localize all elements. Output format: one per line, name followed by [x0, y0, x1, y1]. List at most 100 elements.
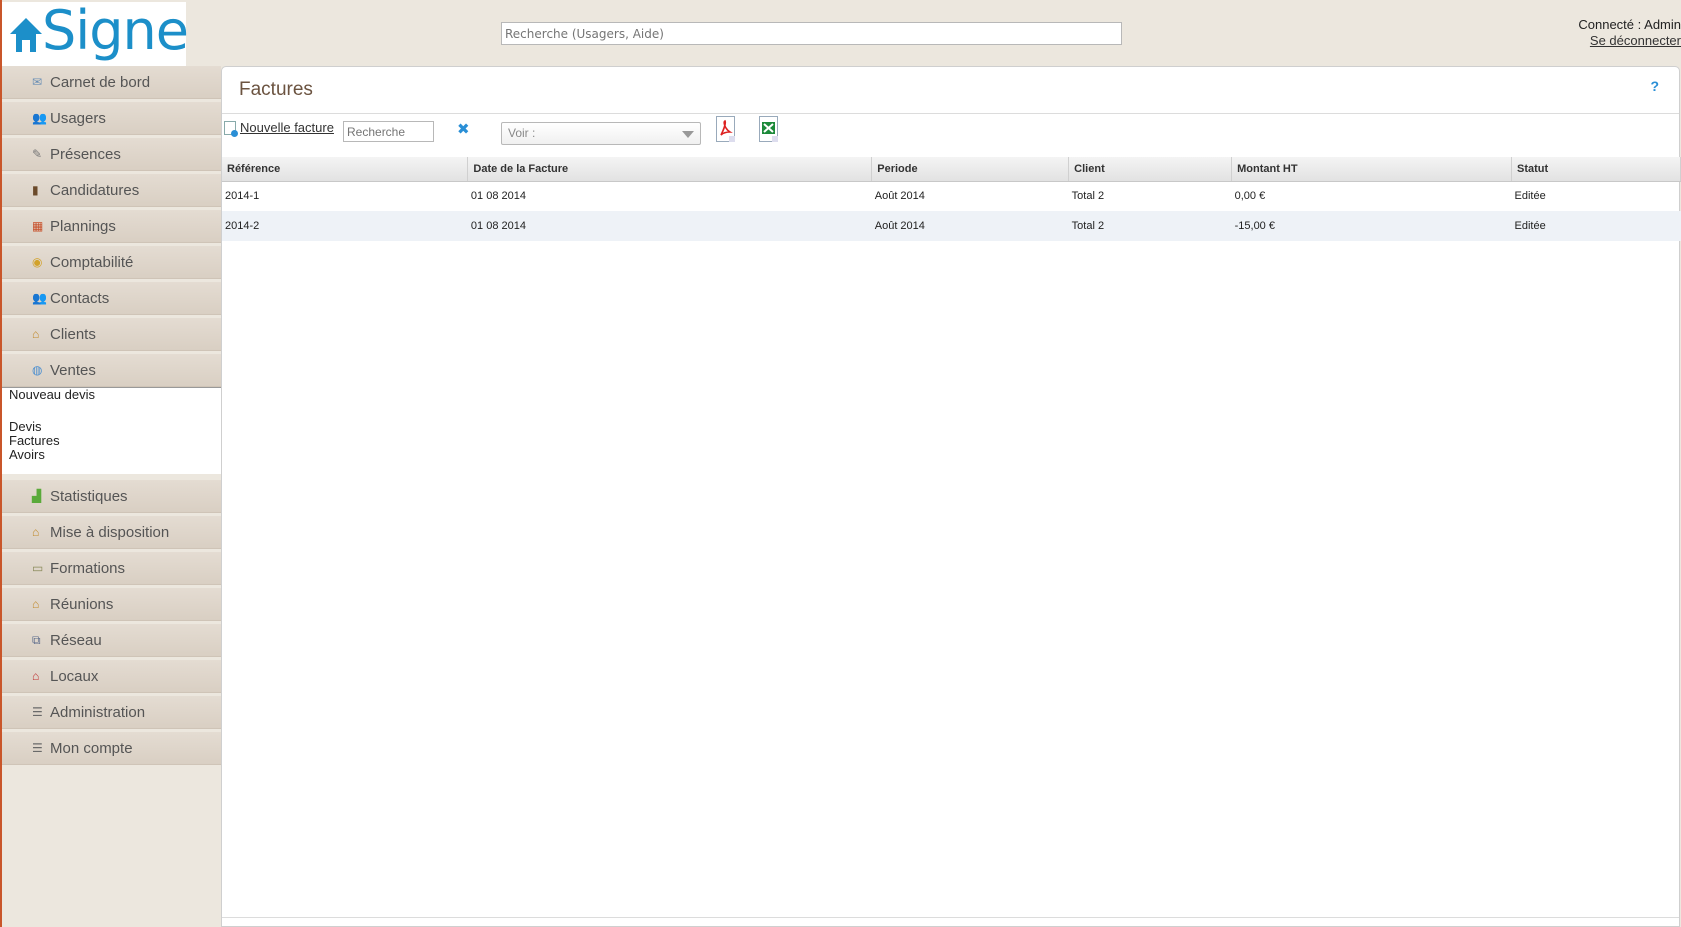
sidebar-item-usagers[interactable]: 👥 Usagers: [2, 102, 221, 135]
export-excel-button[interactable]: [759, 116, 781, 144]
column-header-periode[interactable]: Periode: [871, 157, 1070, 182]
help-icon[interactable]: ?: [1650, 78, 1659, 94]
sidebar-item-comptabilite[interactable]: ◉ Comptabilité: [2, 246, 221, 279]
sidebar-item-statistiques[interactable]: ▟ Statistiques: [2, 480, 221, 513]
sidebar-item-label: Ventes: [50, 361, 96, 379]
sidebar-item-label: Administration: [50, 703, 146, 721]
submenu-item-factures[interactable]: Factures: [9, 434, 221, 448]
cell-reference: 2014-2: [222, 211, 468, 241]
sidebar-item-label: Statistiques: [50, 487, 128, 505]
logo[interactable]: Signe: [2, 0, 189, 66]
sidebar-item-label: Candidatures: [50, 181, 140, 199]
sidebar-item-label: Carnet de bord: [50, 73, 151, 91]
sidebar-item-contacts[interactable]: 👥 Contacts: [2, 282, 221, 315]
filter-input[interactable]: [343, 121, 434, 142]
sidebar-item-label: Clients: [50, 325, 96, 343]
column-header-statut[interactable]: Statut: [1511, 157, 1681, 182]
house-logo-icon: [8, 14, 44, 54]
sidebar-item-reunions[interactable]: ⌂ Réunions: [2, 588, 221, 621]
picture-icon: ▭: [32, 561, 44, 575]
sidebar-item-label: Locaux: [50, 667, 99, 685]
globe-icon: ◍: [32, 363, 43, 377]
sidebar-item-formations[interactable]: ▭ Formations: [2, 552, 221, 585]
submenu-item-avoirs[interactable]: Avoirs: [9, 448, 221, 462]
page-title: Factures: [239, 79, 313, 100]
cell-montant: 0,00 €: [1234, 190, 1266, 203]
logo-text: Signe: [42, 0, 189, 62]
table-row[interactable]: 2014-1 01 08 2014 Août 2014 Total 2 0,00…: [222, 181, 1681, 211]
sidebar-item-plannings[interactable]: ▦ Plannings: [2, 210, 221, 243]
voir-select[interactable]: Voir :: [501, 122, 701, 145]
sidebar-item-label: Contacts: [50, 289, 110, 307]
cell-periode: Août 2014: [871, 211, 1069, 241]
submenu-item-nouveau-devis[interactable]: Nouveau devis: [9, 388, 221, 402]
global-search-input[interactable]: [501, 22, 1122, 45]
sidebar-item-reseau[interactable]: ⧉ Réseau: [2, 624, 221, 657]
pdf-icon: [716, 116, 735, 142]
bar-chart-icon: ▟: [32, 489, 42, 503]
user-info: Connecté : Admin Se déconnecter: [1578, 17, 1681, 49]
export-pdf-button[interactable]: [716, 116, 738, 144]
pen-icon: ✎: [32, 147, 43, 161]
sidebar-item-mise-a-disposition[interactable]: ⌂ Mise à disposition: [2, 516, 221, 549]
sidebar-item-label: Formations: [50, 559, 126, 577]
clear-filter-icon[interactable]: ✖: [457, 120, 470, 138]
column-header-client[interactable]: Client: [1068, 157, 1233, 182]
cell-date: 01 08 2014: [467, 211, 872, 241]
sidebar-item-label: Plannings: [50, 217, 116, 235]
sidebar-item-clients[interactable]: ⌂ Clients: [2, 318, 221, 351]
coins-icon: ◉: [32, 255, 43, 269]
main-panel: Factures ? Nouvelle facture ✖ Voir :: [221, 66, 1681, 927]
calendar-icon: ▦: [32, 219, 44, 233]
ventes-submenu: Nouveau devis Devis Factures Avoirs: [2, 387, 221, 474]
list-icon: ☰: [32, 705, 43, 719]
book-icon: ▮: [32, 183, 39, 197]
new-invoice-button[interactable]: Nouvelle facture: [224, 120, 334, 137]
users-icon: 👥: [32, 111, 47, 125]
cell-date: 01 08 2014: [470, 190, 526, 203]
sidebar-item-presences[interactable]: ✎ Présences: [2, 138, 221, 171]
cell-statut: Editée: [1511, 211, 1681, 241]
title-bar: Factures ?: [222, 67, 1679, 114]
new-document-icon: [224, 120, 238, 137]
sidebar-item-label: Réunions: [50, 595, 114, 613]
voir-select-label: Voir :: [508, 126, 536, 140]
excel-icon: [759, 116, 778, 142]
logout-link[interactable]: Se déconnecter: [1578, 33, 1681, 49]
sidebar-item-label: Comptabilité: [50, 253, 134, 271]
sidebar-item-label: Usagers: [50, 109, 106, 127]
building-icon: ⌂: [32, 669, 40, 683]
column-header-date[interactable]: Date de la Facture: [467, 157, 873, 182]
toolbar: Nouvelle facture ✖ Voir :: [222, 114, 1679, 156]
sidebar-item-ventes[interactable]: ◍ Ventes: [2, 354, 221, 387]
house-icon: ⌂: [32, 327, 40, 341]
invoices-table: Référence Date de la Facture Periode Cli…: [222, 157, 1681, 241]
cell-client: Total 2: [1071, 190, 1105, 203]
table-row[interactable]: 2014-2 01 08 2014 Août 2014 Total 2 -15,…: [222, 211, 1681, 241]
cell-client: Total 2: [1068, 211, 1232, 241]
sidebar-item-label: Réseau: [50, 631, 102, 649]
cell-reference: 2014-1: [225, 190, 260, 203]
sidebar-item-administration[interactable]: ☰ Administration: [2, 696, 221, 729]
sidebar-item-candidatures[interactable]: ▮ Candidatures: [2, 174, 221, 207]
column-header-reference[interactable]: Référence: [222, 157, 469, 182]
cell-montant: -15,00 €: [1231, 211, 1512, 241]
house-icon: ⌂: [32, 525, 40, 539]
sidebar-item-label: Présences: [50, 145, 121, 163]
panel-footer-line: [222, 917, 1679, 918]
table-header-row: Référence Date de la Facture Periode Cli…: [222, 157, 1681, 182]
cell-periode: Août 2014: [874, 190, 925, 203]
column-header-montant[interactable]: Montant HT: [1231, 157, 1512, 182]
sidebar-item-label: Mon compte: [50, 739, 133, 757]
submenu-item-devis[interactable]: Devis: [9, 420, 221, 434]
dropdown-arrow-icon: [682, 131, 694, 138]
sidebar-item-locaux[interactable]: ⌂ Locaux: [2, 660, 221, 693]
sidebar-item-mon-compte[interactable]: ☰ Mon compte: [2, 732, 221, 765]
house-icon: ⌂: [32, 597, 40, 611]
list-icon: ☰: [32, 741, 43, 755]
sidebar-item-carnet-de-bord[interactable]: ✉ Carnet de bord: [2, 66, 221, 99]
sidebar-item-label: Mise à disposition: [50, 523, 170, 541]
envelope-icon: ✉: [32, 75, 43, 89]
cell-statut: Editée: [1514, 190, 1546, 203]
users-icon: 👥: [32, 291, 47, 305]
